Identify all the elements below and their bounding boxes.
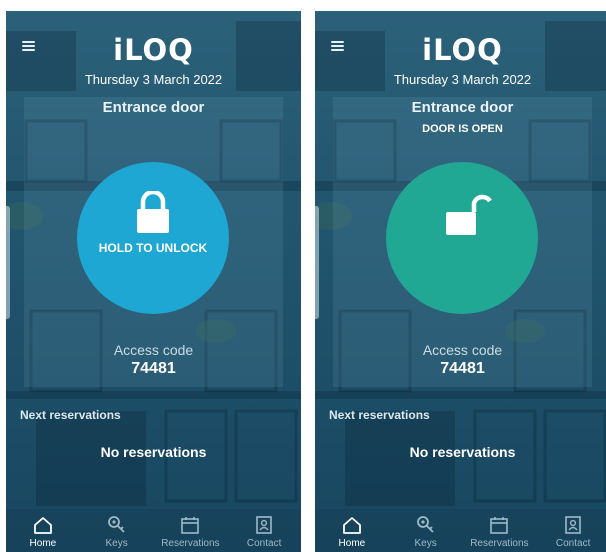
nav-keys[interactable]: Keys <box>80 509 154 552</box>
nav-contact-label: Contact <box>246 538 282 549</box>
access-code-label: Access code <box>422 342 503 358</box>
current-date: Thursday 3 March 2022 <box>84 72 223 87</box>
nav-home[interactable]: Home <box>6 509 80 552</box>
iloq-logo: iLOQ <box>422 33 503 67</box>
next-reservations-heading: Next reservations <box>20 408 121 422</box>
padlock-closed-icon <box>137 191 169 233</box>
side-drawer-handle[interactable] <box>6 206 10 319</box>
hold-to-unlock-button[interactable]: HOLD TO UNLOCK <box>77 162 229 314</box>
nav-reservations[interactable]: Reservations <box>154 509 228 552</box>
phone-screen-unlocked: iLOQ Thursday 3 March 2022 Entrance door… <box>315 11 606 552</box>
nav-home[interactable]: Home <box>315 509 389 552</box>
next-reservations-heading: Next reservations <box>329 408 430 422</box>
key-icon <box>416 516 434 533</box>
nav-contact-label: Contact <box>555 538 591 549</box>
nav-keys[interactable]: Keys <box>389 509 463 552</box>
door-name: Entrance door <box>411 99 514 116</box>
nav-keys-label: Keys <box>414 538 437 549</box>
nav-reservations[interactable]: Reservations <box>463 509 537 552</box>
home-icon <box>33 517 52 534</box>
key-icon <box>107 516 125 533</box>
door-name: Entrance door <box>102 99 205 116</box>
nav-reservations-label: Reservations <box>161 538 220 549</box>
access-code-value: 74481 <box>131 360 176 377</box>
no-reservations-message: No reservations <box>100 444 207 460</box>
nav-contact[interactable]: Contact <box>227 509 301 552</box>
contact-card-icon <box>565 516 581 534</box>
calendar-icon <box>181 517 200 534</box>
nav-home-label: Home <box>29 538 57 549</box>
contact-card-icon <box>256 516 272 534</box>
nav-home-label: Home <box>338 538 366 549</box>
home-icon <box>342 517 361 534</box>
screenshot-pair: iLOQ Thursday 3 March 2022 Entrance door… <box>0 0 606 552</box>
no-reservations-message: No reservations <box>409 444 516 460</box>
access-code-label: Access code <box>113 342 194 358</box>
phone-screen-locked: iLOQ Thursday 3 March 2022 Entrance door… <box>6 11 301 552</box>
nav-reservations-label: Reservations <box>470 538 529 549</box>
calendar-icon <box>490 517 509 534</box>
nav-contact[interactable]: Contact <box>536 509 606 552</box>
padlock-open-icon <box>446 194 492 235</box>
side-drawer-handle[interactable] <box>315 206 319 319</box>
bottom-navigation: Home Keys Reservations Contact <box>6 509 301 552</box>
unlock-button[interactable] <box>386 162 538 314</box>
access-code-value: 74481 <box>440 360 485 377</box>
current-date: Thursday 3 March 2022 <box>393 72 532 87</box>
bottom-navigation: Home Keys Reservations Contact <box>315 509 606 552</box>
hold-to-unlock-label: HOLD TO UNLOCK <box>98 241 208 255</box>
iloq-logo: iLOQ <box>113 33 194 67</box>
nav-keys-label: Keys <box>105 538 128 549</box>
door-status: DOOR IS OPEN <box>422 123 503 135</box>
